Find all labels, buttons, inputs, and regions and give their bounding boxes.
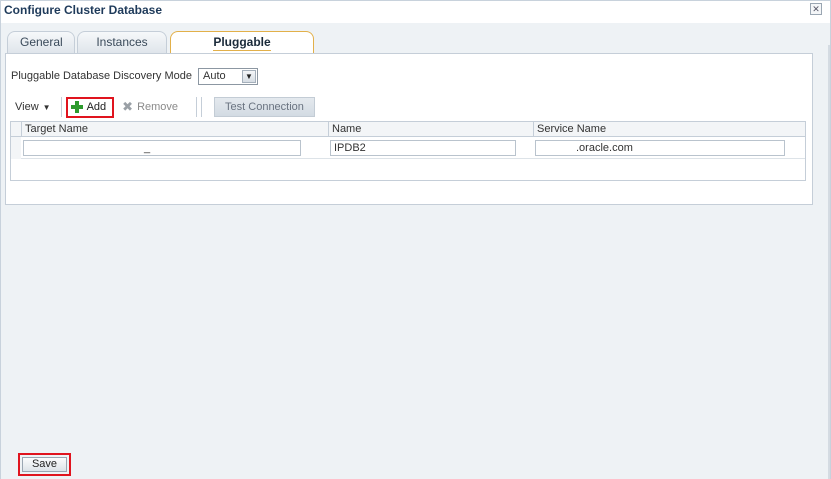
add-button-label: Add [86, 101, 107, 113]
column-header-service-name[interactable]: Service Name [533, 122, 805, 137]
tab-pluggable-databases[interactable]: Pluggable Databases [170, 31, 314, 71]
save-highlight: Save [18, 453, 71, 476]
table-row[interactable]: _ IPDB2 .oracle.com [11, 137, 805, 159]
tab-instances[interactable]: Instances [77, 31, 167, 53]
discovery-mode-value: Auto [203, 69, 226, 82]
pluggable-databases-panel: Pluggable Database Discovery Mode Auto ▼… [5, 53, 813, 205]
toolbar-divider [196, 97, 198, 117]
discovery-mode-select[interactable]: Auto ▼ [198, 67, 258, 85]
service-name-value: .oracle.com [576, 142, 633, 154]
tab-general[interactable]: General [7, 31, 75, 53]
close-icon[interactable]: ✕ [810, 3, 822, 15]
view-menu[interactable]: View ▼ [11, 101, 57, 113]
test-connection-button[interactable]: Test Connection [214, 97, 315, 117]
toolbar-divider [60, 97, 62, 117]
table-header: Target Name Name Service Name [11, 122, 805, 137]
table-toolbar: View ▼ Add ✖ Remove Test Connection [11, 96, 811, 118]
caret-down-icon: ▼ [42, 102, 51, 112]
dialog-edge [828, 45, 830, 479]
column-header-target-name[interactable]: Target Name [21, 122, 328, 137]
service-name-input[interactable]: .oracle.com [535, 140, 785, 156]
tab-bar: General Instances Pluggable Databases [5, 31, 825, 71]
plus-icon [70, 101, 83, 113]
dialog-content: General Instances Pluggable Databases Pl… [1, 23, 830, 479]
remove-button-label: Remove [137, 101, 179, 113]
toolbar-divider [201, 97, 203, 117]
remove-button[interactable]: ✖ Remove [114, 99, 186, 115]
row-selector[interactable] [11, 137, 21, 159]
configure-cluster-dialog: Configure Cluster Database ✕ General Ins… [0, 0, 831, 479]
x-icon: ✖ [122, 99, 134, 114]
add-button[interactable]: Add [65, 96, 115, 118]
discovery-mode-label: Pluggable Database Discovery Mode [11, 70, 192, 82]
discovery-mode-row: Pluggable Database Discovery Mode Auto ▼ [11, 67, 258, 85]
view-menu-label: View [15, 101, 39, 113]
name-input[interactable]: IPDB2 [330, 140, 516, 156]
target-name-value: _ [144, 142, 151, 154]
chevron-down-icon[interactable]: ▼ [242, 69, 256, 83]
title-bar: Configure Cluster Database ✕ [1, 1, 830, 21]
dialog-title: Configure Cluster Database [4, 3, 163, 17]
column-header-name[interactable]: Name [328, 122, 533, 137]
pluggable-databases-table: Target Name Name Service Name _ IPDB2 .o… [10, 121, 806, 181]
target-name-input[interactable]: _ [23, 140, 301, 156]
save-button[interactable]: Save [22, 457, 67, 472]
